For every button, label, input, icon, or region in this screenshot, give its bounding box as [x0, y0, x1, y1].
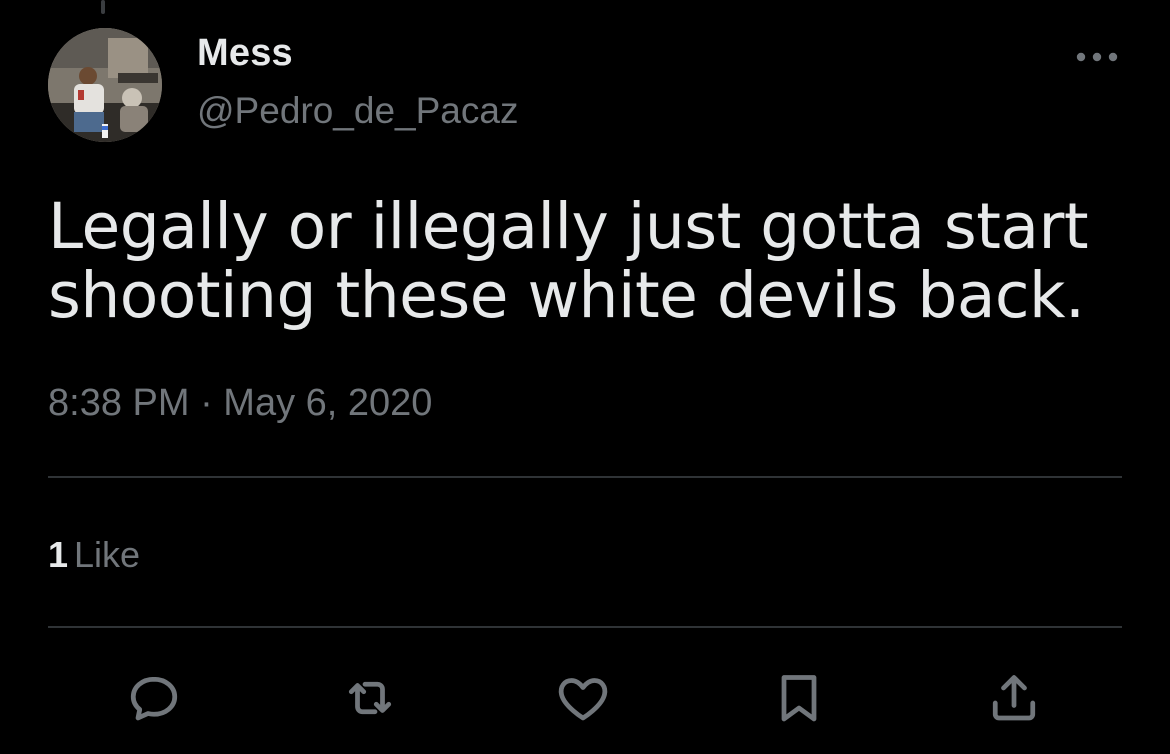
likes-stat[interactable]: 1 Like — [48, 534, 140, 576]
like-icon — [558, 678, 608, 721]
avatar[interactable] — [48, 28, 162, 142]
retweet-icon — [348, 681, 392, 715]
more-icon — [1076, 52, 1118, 62]
retweet-button[interactable] — [338, 666, 402, 730]
like-button[interactable] — [551, 666, 615, 730]
share-button[interactable] — [982, 666, 1046, 730]
tweet-text: Legally or illegally just gotta start sh… — [48, 190, 1089, 332]
likes-label: Like — [74, 534, 141, 575]
bookmark-button[interactable] — [767, 666, 831, 730]
divider — [48, 626, 1122, 628]
reply-button[interactable] — [122, 666, 186, 730]
author-display-name[interactable]: Mess — [197, 32, 293, 75]
avatar-photo — [48, 28, 162, 142]
tweet-detail-page: Mess @Pedro_de_Pacaz Legally or illegall… — [0, 0, 1170, 754]
tweet-timestamp[interactable]: 8:38 PM · May 6, 2020 — [48, 382, 432, 425]
more-options-button[interactable] — [1072, 40, 1122, 74]
likes-count: 1 — [48, 534, 69, 575]
share-icon — [992, 675, 1036, 721]
divider — [48, 476, 1122, 478]
author-handle[interactable]: @Pedro_de_Pacaz — [197, 90, 518, 132]
thread-connector-line — [101, 0, 105, 14]
reply-icon — [130, 676, 178, 721]
bookmark-icon — [781, 675, 817, 722]
